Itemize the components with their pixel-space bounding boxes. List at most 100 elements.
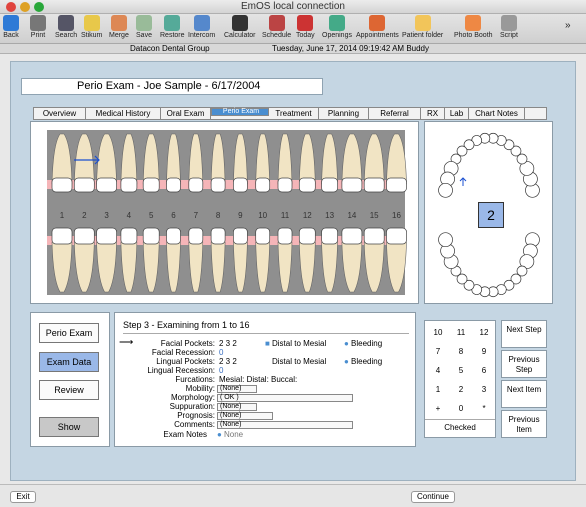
tab-oral-exam[interactable]: Oral Exam [161, 108, 211, 119]
toolbar-back-button[interactable]: Back [3, 15, 19, 43]
keypad-key[interactable]: 6 [472, 361, 496, 380]
tab-lab[interactable]: Lab [445, 108, 469, 119]
lower-crown[interactable] [166, 227, 181, 245]
perio-exam-button[interactable]: Perio Exam [39, 323, 99, 343]
tab-medical-history[interactable]: Medical History [86, 108, 161, 119]
next-item-button[interactable]: Next Item [501, 380, 547, 408]
toolbar-script-button[interactable]: Script [500, 15, 518, 43]
facial-recession-value[interactable]: 0 [219, 348, 223, 357]
facial-pockets-values[interactable]: 2 3 2 [219, 339, 237, 348]
morphology-select[interactable]: ( OK ) [217, 394, 353, 402]
toolbar-stikum-button[interactable]: Stikum [81, 15, 102, 43]
lower-crown[interactable] [321, 227, 338, 245]
lower-crown[interactable] [341, 227, 363, 245]
keypad-key[interactable]: 0 [449, 399, 473, 418]
exam-data-button[interactable]: Exam Data [39, 352, 99, 372]
tab-treatment[interactable]: Treatment [269, 108, 319, 119]
teeth-chart[interactable]: 1 2 3 4 5 6 7 8 9 10 11 12 13 14 15 16 [30, 121, 419, 304]
upper-crown[interactable] [142, 177, 160, 193]
keypad-key[interactable]: 5 [449, 361, 473, 380]
lower-crown[interactable] [298, 227, 316, 245]
review-button[interactable]: Review [39, 380, 99, 400]
exam-notes-value[interactable]: None [224, 430, 243, 439]
toolbar-openings-button[interactable]: Openings [322, 15, 352, 43]
furcations-values[interactable]: Mesial: Distal: Buccal: [219, 375, 297, 384]
direction-checkbox-icon[interactable]: ■ [265, 339, 270, 348]
upper-crown[interactable] [298, 177, 316, 193]
lower-crown[interactable] [210, 227, 226, 245]
upper-crown[interactable] [386, 177, 407, 193]
upper-crown[interactable] [51, 177, 73, 193]
keypad-key[interactable]: 7 [426, 342, 450, 361]
lingual-recession-value[interactable]: 0 [219, 366, 223, 375]
keypad-key[interactable]: 8 [449, 342, 473, 361]
close-window-button[interactable] [6, 2, 16, 12]
show-button[interactable]: Show [39, 417, 99, 437]
minimize-window-button[interactable] [20, 2, 30, 12]
zoom-window-button[interactable] [34, 2, 44, 12]
lingual-pockets-values[interactable]: 2 3 2 [219, 357, 237, 366]
mobility-select[interactable]: (None) [217, 385, 257, 393]
lower-crown[interactable] [120, 227, 138, 245]
tab-rx[interactable]: RX [421, 108, 445, 119]
upper-crown[interactable] [166, 177, 181, 193]
lower-crown[interactable] [233, 227, 248, 245]
keypad-key[interactable]: 4 [426, 361, 450, 380]
toolbar-calculator-button[interactable]: Calculator [224, 15, 256, 43]
prognosis-select[interactable]: (None) [217, 412, 273, 420]
toolbar-save-button[interactable]: Save [136, 15, 152, 43]
bleeding-radio-icon-2[interactable]: ● [344, 357, 349, 366]
upper-crown[interactable] [210, 177, 226, 193]
toolbar-photo-booth-button[interactable]: Photo Booth [454, 15, 493, 43]
upper-crown[interactable] [73, 177, 95, 193]
lower-crown[interactable] [96, 227, 117, 245]
tab-planning[interactable]: Planning [319, 108, 369, 119]
toolbar-patient-folder-button[interactable]: Patient folder [402, 15, 443, 43]
toolbar-print-button[interactable]: Print [30, 15, 46, 43]
keypad-key[interactable]: * [472, 399, 496, 418]
tab-chart-notes[interactable]: Chart Notes [469, 108, 525, 119]
lower-crown[interactable] [386, 227, 407, 245]
keypad-key[interactable]: 10 [426, 323, 450, 342]
lower-crown[interactable] [363, 227, 385, 245]
lower-crown[interactable] [73, 227, 95, 245]
next-step-button[interactable]: Next Step [501, 320, 547, 348]
arch-upper-tooth[interactable] [438, 182, 453, 198]
comments-select[interactable]: (None) [217, 421, 353, 429]
keypad-key[interactable]: 12 [472, 323, 496, 342]
tab-overview[interactable]: Overview [34, 108, 86, 119]
suppuration-select[interactable]: (None) [217, 403, 257, 411]
keypad-key[interactable]: 3 [472, 380, 496, 399]
keypad-key[interactable]: + [426, 399, 450, 418]
upper-crown[interactable] [255, 177, 271, 193]
lower-crown[interactable] [277, 227, 293, 245]
toolbar-today-button[interactable]: Today [296, 15, 315, 43]
upper-crown[interactable] [321, 177, 338, 193]
continue-button[interactable]: Continue [411, 491, 455, 503]
toolbar-appointments-button[interactable]: Appointments [356, 15, 399, 43]
toolbar-search-button[interactable]: Search [55, 15, 77, 43]
lower-crown[interactable] [51, 227, 73, 245]
arch-lower-tooth[interactable] [438, 232, 453, 248]
lower-crown[interactable] [142, 227, 160, 245]
previous-step-button[interactable]: Previous Step [501, 350, 547, 378]
keypad-key[interactable]: 1 [426, 380, 450, 399]
keypad-key[interactable]: 2 [449, 380, 473, 399]
upper-crown[interactable] [363, 177, 385, 193]
upper-crown[interactable] [96, 177, 117, 193]
toolbar-schedule-button[interactable]: Schedule [262, 15, 291, 43]
toolbar-intercom-button[interactable]: Intercom [188, 15, 215, 43]
upper-crown[interactable] [188, 177, 204, 193]
tab-referral[interactable]: Referral [369, 108, 421, 119]
upper-crown[interactable] [341, 177, 363, 193]
previous-item-button[interactable]: Previous Item [501, 410, 547, 438]
upper-crown[interactable] [277, 177, 293, 193]
keypad-key[interactable]: 9 [472, 342, 496, 361]
lower-crown[interactable] [188, 227, 204, 245]
keypad-key[interactable]: 11 [449, 323, 473, 342]
bleeding-radio-icon[interactable]: ● [344, 339, 349, 348]
upper-crown[interactable] [233, 177, 248, 193]
upper-crown[interactable] [120, 177, 138, 193]
toolbar-restore-button[interactable]: Restore [160, 15, 185, 43]
toolbar-merge-button[interactable]: Merge [109, 15, 129, 43]
